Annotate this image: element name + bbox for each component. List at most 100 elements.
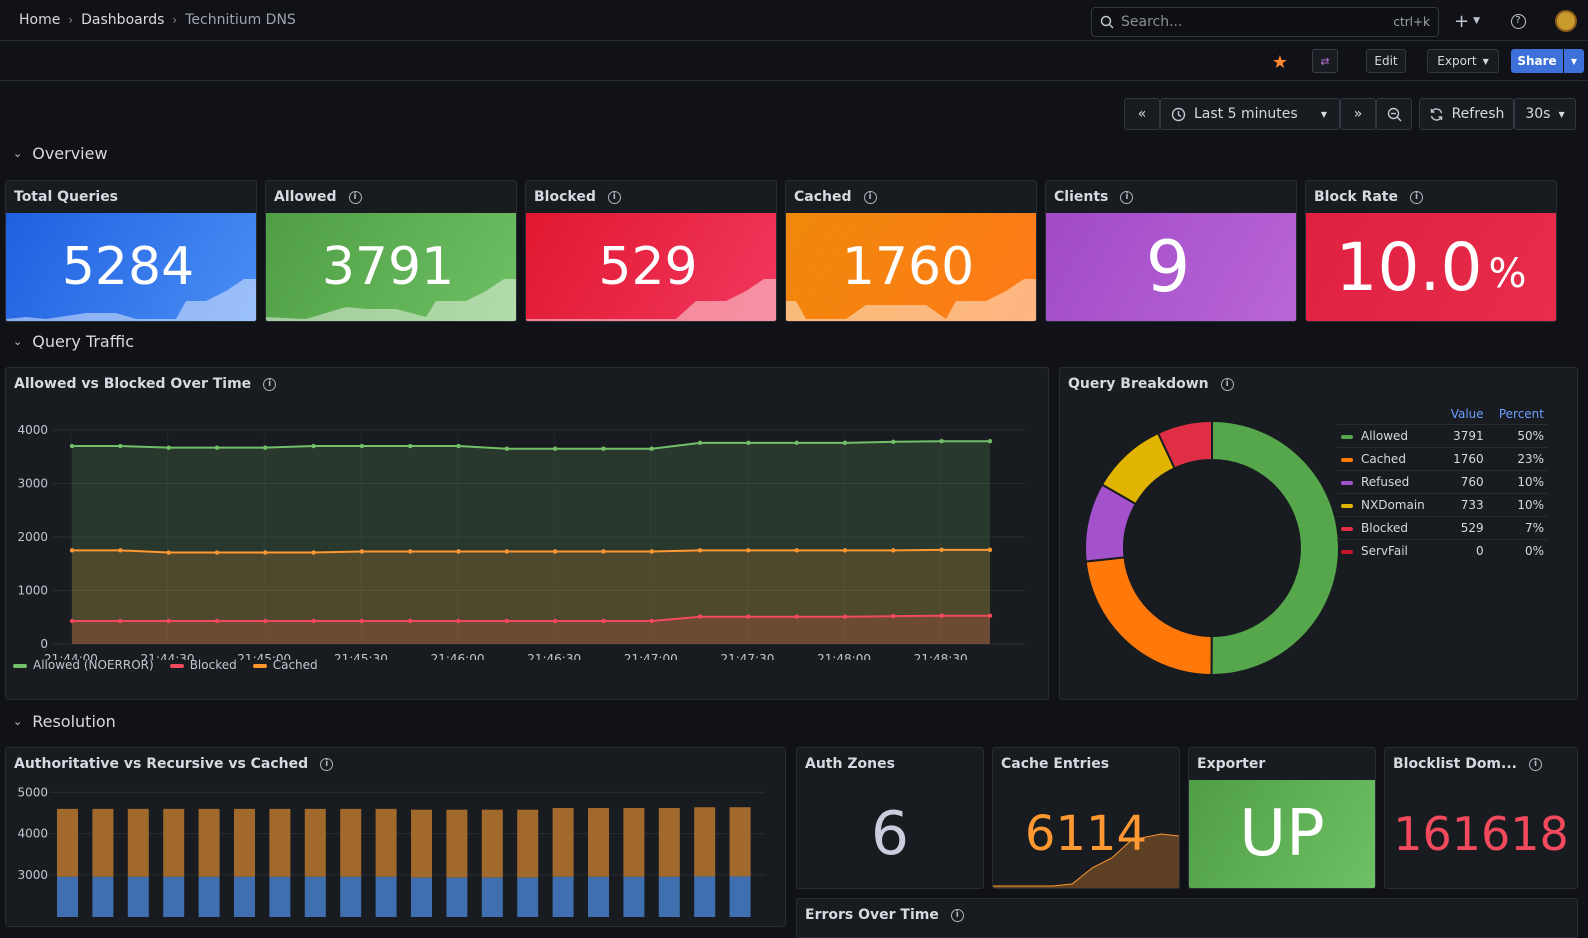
stat-panel-blocked[interactable]: Blocked i 529 bbox=[525, 180, 777, 322]
refresh-button[interactable]: Refresh bbox=[1419, 98, 1514, 130]
panel-blocklist-domains[interactable]: Blocklist Dom... i 161618 bbox=[1384, 747, 1578, 889]
time-range-picker[interactable]: Last 5 minutes ▼ bbox=[1160, 98, 1340, 130]
bar-segment-recursive bbox=[375, 876, 397, 917]
col-percent[interactable]: Percent bbox=[1488, 404, 1548, 425]
y-tick-label: 4000 bbox=[17, 827, 48, 841]
panel-title: Total Queries bbox=[14, 189, 118, 205]
refresh-interval-picker[interactable]: 30s ▼ bbox=[1514, 98, 1576, 130]
stat-number: 10.0 bbox=[1335, 228, 1483, 306]
row-resolution[interactable]: ⌄ Resolution bbox=[13, 712, 116, 731]
data-point bbox=[939, 547, 944, 553]
legend-row[interactable]: Refused 760 10% bbox=[1337, 470, 1548, 494]
bar-segment-cached bbox=[623, 808, 645, 877]
panel-auth-zones[interactable]: Auth Zones 6 bbox=[796, 747, 984, 889]
add-new-button[interactable]: + ▼ bbox=[1449, 10, 1485, 32]
chevron-down-icon: ▼ bbox=[1320, 109, 1327, 119]
zoom-out-icon bbox=[1387, 107, 1401, 121]
y-tick-label: 4000 bbox=[17, 423, 48, 437]
data-point bbox=[649, 446, 654, 451]
time-range-label: Last 5 minutes bbox=[1194, 106, 1298, 122]
panel-title: Allowed vs Blocked Over Time i bbox=[14, 376, 277, 392]
search-input[interactable]: Search... ctrl+k bbox=[1091, 7, 1439, 37]
legend-row[interactable]: ServFail 0 0% bbox=[1337, 539, 1548, 562]
data-point bbox=[649, 618, 654, 624]
legend-label: Allowed (NOERROR) bbox=[33, 658, 154, 672]
bar-segment-cached bbox=[375, 808, 397, 877]
legend-item[interactable]: Blocked bbox=[169, 658, 237, 672]
data-point bbox=[408, 443, 413, 449]
col-value[interactable]: Value bbox=[1441, 404, 1487, 425]
data-point bbox=[214, 618, 220, 624]
info-icon[interactable]: i bbox=[607, 190, 621, 204]
legend-row[interactable]: NXDomain 733 10% bbox=[1337, 493, 1548, 517]
bar-segment-recursive bbox=[517, 877, 539, 917]
breadcrumb-home[interactable]: Home bbox=[19, 12, 60, 28]
dashboard-toolbar: ★ ⇄ Edit Export ▼ Share ▼ bbox=[0, 41, 1588, 81]
star-icon: ★ bbox=[1271, 51, 1289, 73]
legend-swatch bbox=[13, 663, 27, 668]
share-options-button[interactable]: ▼ bbox=[1564, 49, 1584, 73]
info-icon[interactable]: i bbox=[263, 377, 277, 391]
x-tick-label: 21:48:00 bbox=[817, 652, 871, 660]
legend-item[interactable]: Allowed (NOERROR) bbox=[13, 658, 154, 672]
favorite-button[interactable]: ★ bbox=[1269, 51, 1291, 73]
pie-slice-allowed[interactable] bbox=[1210, 420, 1340, 676]
info-icon[interactable]: i bbox=[1410, 190, 1423, 204]
zoom-out-button[interactable] bbox=[1376, 98, 1412, 130]
info-icon[interactable]: i bbox=[320, 757, 334, 771]
info-icon[interactable]: i bbox=[950, 908, 964, 922]
panel-cache-entries[interactable]: Cache Entries 6114 bbox=[992, 747, 1180, 889]
chevron-down-icon: ⌄ bbox=[13, 715, 23, 728]
info-icon[interactable]: i bbox=[1120, 190, 1134, 204]
bar-chart: 3000 4000 5000 bbox=[17, 785, 765, 917]
legend-swatch bbox=[1341, 526, 1353, 531]
legend-row[interactable]: Blocked 529 7% bbox=[1337, 516, 1548, 540]
data-point bbox=[746, 614, 751, 619]
legend-row[interactable]: Allowed 3791 50% bbox=[1337, 424, 1548, 448]
bar-segment-recursive bbox=[658, 876, 680, 917]
breadcrumb-dashboards[interactable]: Dashboards bbox=[81, 12, 164, 28]
bar-segment-cached bbox=[658, 808, 680, 877]
panel-errors-over-time[interactable]: Errors Over Time i bbox=[796, 898, 1578, 938]
pie-slice-cached[interactable] bbox=[1084, 556, 1213, 676]
data-point bbox=[359, 618, 365, 624]
public-dashboard-button[interactable]: ⇄ bbox=[1312, 49, 1338, 73]
row-query-traffic[interactable]: ⌄ Query Traffic bbox=[13, 332, 134, 351]
legend-item[interactable]: Cached bbox=[252, 658, 318, 672]
legend-row[interactable]: Cached 1760 23% bbox=[1337, 447, 1548, 471]
data-point bbox=[263, 550, 268, 555]
info-icon[interactable]: i bbox=[1528, 757, 1542, 771]
bar-segment-recursive bbox=[588, 876, 609, 917]
stat-value: 9 bbox=[1046, 213, 1296, 321]
help-button[interactable]: ? bbox=[1507, 10, 1529, 32]
y-tick-label: 2000 bbox=[17, 530, 48, 544]
data-point bbox=[842, 548, 848, 553]
export-button[interactable]: Export ▼ bbox=[1427, 49, 1499, 73]
time-shift-forward-button[interactable]: » bbox=[1340, 98, 1376, 130]
time-shift-back-button[interactable]: « bbox=[1124, 98, 1160, 130]
stat-panel-block-rate[interactable]: Block Rate i 10.0% bbox=[1305, 180, 1557, 322]
stat-panel-clients[interactable]: Clients i 9 bbox=[1045, 180, 1297, 322]
avatar[interactable] bbox=[1555, 10, 1577, 32]
stat-panel-allowed[interactable]: Allowed i 3791 bbox=[265, 180, 517, 322]
data-point bbox=[118, 618, 123, 624]
bar-segment-cached bbox=[588, 808, 609, 877]
edit-button[interactable]: Edit bbox=[1366, 49, 1406, 73]
share-button[interactable]: Share bbox=[1511, 49, 1563, 73]
data-point bbox=[697, 614, 703, 619]
info-icon[interactable]: i bbox=[1220, 377, 1234, 391]
top-nav-bar: Home › Dashboards › Technitium DNS Searc… bbox=[0, 0, 1588, 41]
donut-chart bbox=[1084, 420, 1340, 676]
data-point bbox=[552, 549, 558, 554]
panel-title: Auth Zones bbox=[805, 756, 895, 772]
info-icon[interactable]: i bbox=[863, 190, 877, 204]
panel-title: Cache Entries bbox=[1001, 756, 1110, 772]
panel-title-text: Allowed bbox=[274, 189, 337, 205]
panel-exporter[interactable]: Exporter UP bbox=[1188, 747, 1376, 889]
row-overview[interactable]: ⌄ Overview bbox=[13, 144, 108, 163]
data-point bbox=[311, 550, 316, 555]
data-point bbox=[891, 439, 896, 444]
info-icon[interactable]: i bbox=[348, 190, 362, 204]
stat-panel-cached[interactable]: Cached i 1760 bbox=[785, 180, 1037, 322]
stat-panel-total-queries[interactable]: Total Queries 5284 bbox=[5, 180, 257, 322]
